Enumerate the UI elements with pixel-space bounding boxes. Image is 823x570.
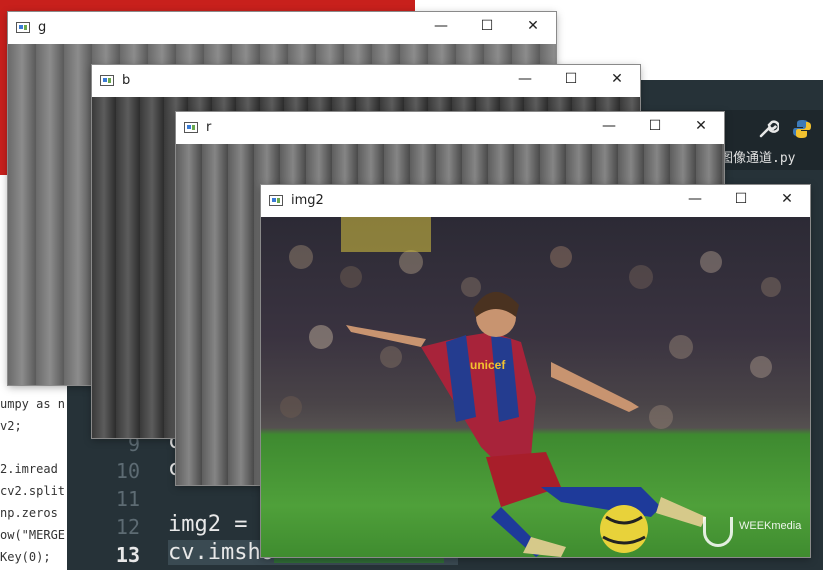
code-line[interactable]: img2 = [168,512,261,537]
wrench-icon[interactable] [757,118,781,145]
minimize-button[interactable]: — [502,71,548,87]
close-button[interactable]: ✕ [510,18,556,34]
shirt-text: unicef [470,358,506,372]
code-snippet: cv2.split [0,484,66,498]
code-snippet: ow("MERGE [0,528,66,542]
minimize-button[interactable]: — [418,18,464,34]
watermark-logo [703,517,733,547]
close-button[interactable]: ✕ [764,191,810,207]
minimize-button[interactable]: — [672,191,718,207]
watermark-text: WEEKmedia [739,520,802,532]
window-title: g [38,20,47,35]
app-window-icon [269,195,283,206]
line-number: 11 [115,487,140,511]
window-img2[interactable]: img2 — ☐ ✕ unicef WEEKmedia [261,185,810,557]
titlebar[interactable]: b — ☐ ✕ [92,65,640,97]
code-snippet: np.zeros [0,506,58,520]
code-snippet: Key(0); [0,550,51,564]
line-number-current: 13 [115,543,140,567]
maximize-button[interactable]: ☐ [464,18,510,34]
code-text: cv.imsho [168,540,274,565]
close-button[interactable]: ✕ [594,71,640,87]
titlebar[interactable]: r — ☐ ✕ [176,112,724,144]
line-number: 10 [115,459,140,483]
app-window-icon [184,122,198,133]
maximize-button[interactable]: ☐ [718,191,764,207]
close-button[interactable]: ✕ [678,118,724,134]
code-snippet: 2.imread [0,462,58,476]
python-icon[interactable] [791,118,813,145]
window-title: r [206,120,212,135]
window-title: b [122,73,131,88]
code-snippet: umpy as n [0,397,66,411]
image-color-photo: unicef WEEKmedia [261,217,810,557]
titlebar[interactable]: g — ☐ ✕ [8,12,556,44]
app-window-icon [16,22,30,33]
minimize-button[interactable]: — [586,118,632,134]
line-number: 12 [115,515,140,539]
app-window-icon [100,75,114,86]
maximize-button[interactable]: ☐ [548,71,594,87]
titlebar[interactable]: img2 — ☐ ✕ [261,185,810,217]
code-snippet: v2; [0,419,22,433]
window-title: img2 [291,193,324,208]
football-scene [280,217,781,557]
maximize-button[interactable]: ☐ [632,118,678,134]
